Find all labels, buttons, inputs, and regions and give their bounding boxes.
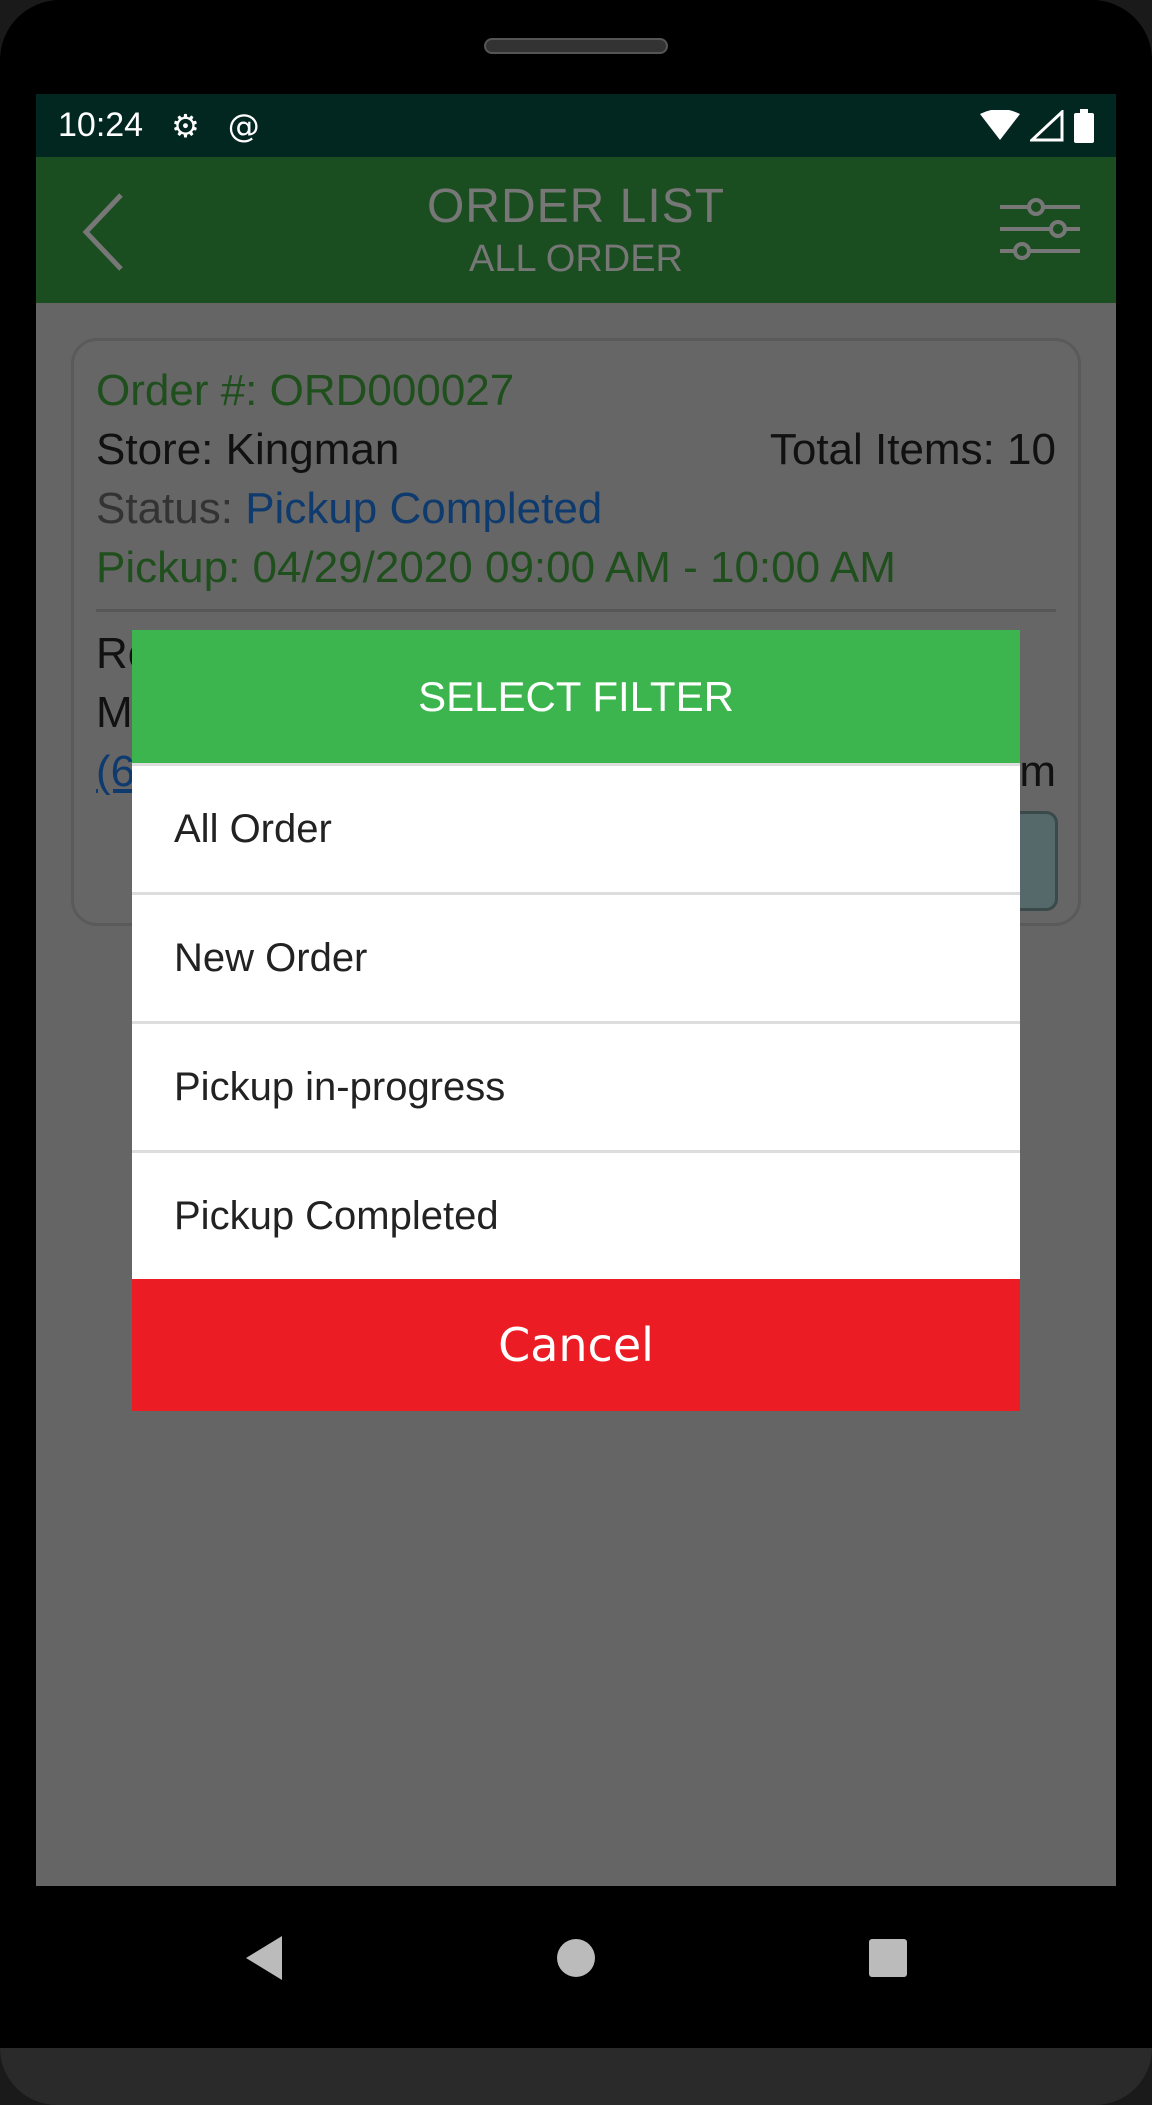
gear-icon: ⚙ bbox=[171, 106, 200, 145]
phone-link[interactable]: (6 bbox=[96, 742, 135, 801]
filter-option-new-order[interactable]: New Order bbox=[132, 892, 1020, 1021]
total-items-value: 10 bbox=[1007, 425, 1056, 474]
app-bar: ORDER LIST ALL ORDER bbox=[36, 157, 1116, 303]
nav-back-icon[interactable] bbox=[242, 1934, 286, 1986]
select-filter-dialog: SELECT FILTER All Order New Order Pickup… bbox=[132, 630, 1020, 1411]
status-time: 10:24 bbox=[58, 106, 144, 144]
total-items: Total Items: 10 bbox=[770, 420, 1056, 479]
page-subtitle: ALL ORDER bbox=[469, 238, 683, 280]
navigation-bar bbox=[36, 1886, 1116, 2048]
cancel-button[interactable]: Cancel bbox=[132, 1279, 1020, 1411]
status-label: Status: bbox=[96, 484, 233, 533]
partial-text: m bbox=[1019, 747, 1056, 796]
pickup-value: 04/29/2020 09:00 AM - 10:00 AM bbox=[252, 543, 896, 592]
order-number-row: Order #: ORD000027 bbox=[96, 361, 1056, 420]
filter-option-all-order[interactable]: All Order bbox=[132, 763, 1020, 892]
battery-icon bbox=[1074, 108, 1094, 143]
nav-recents-icon[interactable] bbox=[866, 1934, 910, 1986]
status-bar: 10:24 ⚙ @ bbox=[36, 94, 1116, 157]
pickup-row: Pickup: 04/29/2020 09:00 AM - 10:00 AM bbox=[96, 538, 1056, 597]
dialog-title: SELECT FILTER bbox=[132, 630, 1020, 763]
phone-chin bbox=[0, 2048, 1152, 2105]
speaker-grille bbox=[484, 38, 668, 54]
nav-home-icon[interactable] bbox=[554, 1934, 598, 1986]
status-value: Pickup Completed bbox=[245, 484, 603, 533]
total-items-label: Total Items: bbox=[769, 425, 995, 474]
store-value: Kingman bbox=[225, 425, 400, 474]
back-arrow-icon[interactable] bbox=[76, 187, 136, 277]
pickup-label: Pickup: bbox=[96, 543, 241, 592]
divider bbox=[96, 609, 1056, 612]
signal-icon bbox=[1030, 109, 1064, 141]
filter-option-pickup-completed[interactable]: Pickup Completed bbox=[132, 1150, 1020, 1279]
store-label: Store: bbox=[96, 425, 214, 474]
page-title: ORDER LIST bbox=[426, 180, 726, 233]
phone-frame: 10:24 ⚙ @ ORDER LIST ALL ORDER Order #: … bbox=[0, 0, 1152, 2105]
status-row: Status: Pickup Completed bbox=[96, 479, 1056, 538]
order-number: ORD000027 bbox=[269, 366, 515, 415]
filter-option-pickup-in-progress[interactable]: Pickup in-progress bbox=[132, 1021, 1020, 1150]
wifi-icon bbox=[980, 109, 1020, 140]
store-row: Store: Kingman Total Items: 10 bbox=[96, 420, 1056, 479]
order-label: Order #: bbox=[96, 366, 258, 415]
filter-sliders-icon[interactable] bbox=[1000, 197, 1080, 261]
store: Store: Kingman bbox=[96, 420, 399, 479]
at-sign-icon: @ bbox=[227, 106, 260, 145]
screen: 10:24 ⚙ @ ORDER LIST ALL ORDER Order #: … bbox=[36, 94, 1116, 2048]
